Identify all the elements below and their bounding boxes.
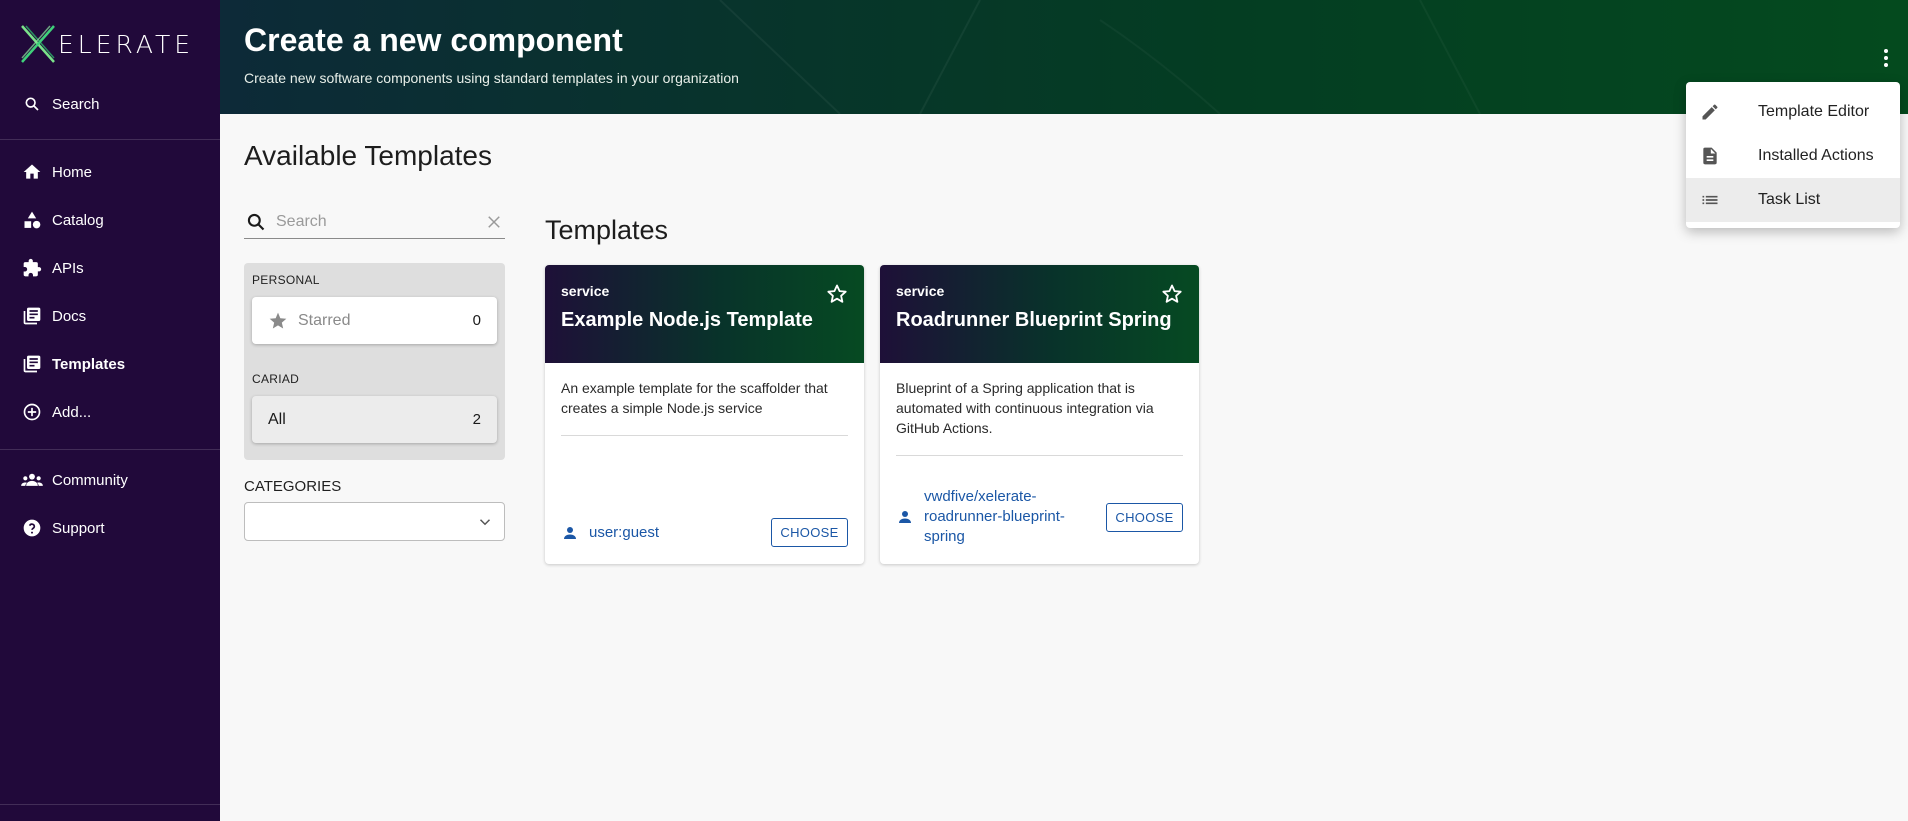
sidebar-divider <box>0 449 220 450</box>
categories-label: CATEGORIES <box>244 478 342 495</box>
list-icon <box>1702 195 1718 205</box>
template-owner-link[interactable]: user:guest <box>561 523 659 543</box>
sidebar-item-home[interactable]: Home <box>0 152 220 192</box>
template-owner-link[interactable]: vwdfive/xelerate-roadrunner-blueprint-sp… <box>896 487 1096 547</box>
puzzle-icon <box>21 257 43 279</box>
template-search <box>244 205 505 239</box>
template-card-header: service Roadrunner Blueprint Spring <box>880 265 1199 363</box>
template-description: An example template for the scaffolder t… <box>561 380 828 416</box>
sidebar-item-community[interactable]: Community <box>0 460 220 500</box>
pencil-icon <box>1702 104 1718 120</box>
catalog-icon <box>21 209 43 231</box>
sidebar-divider <box>0 139 220 140</box>
template-type: service <box>896 283 945 299</box>
personal-label: PERSONAL <box>252 273 320 287</box>
sidebar-item-add[interactable]: Add... <box>0 392 220 432</box>
sidebar-item-label: Add... <box>52 403 92 421</box>
menu-item-label: Task List <box>1758 191 1821 208</box>
user-icon <box>564 527 576 539</box>
sidebar-item-label: Support <box>52 519 105 537</box>
user-icon <box>899 511 911 523</box>
sidebar-item-support[interactable]: Support <box>0 508 220 548</box>
menu-item-template-editor[interactable]: Template Editor <box>1686 90 1900 134</box>
add-circle-icon <box>21 401 43 423</box>
all-filter[interactable]: All 2 <box>252 396 497 443</box>
sidebar-search-label: Search <box>52 95 100 113</box>
available-templates-title: Available Templates <box>244 140 493 171</box>
search-input[interactable] <box>276 212 466 231</box>
template-type: service <box>561 283 610 299</box>
sidebar: ELERATE Search Home Catalog APIs Docs Te… <box>0 0 220 821</box>
template-owner: vwdfive/xelerate-roadrunner-blueprint-sp… <box>924 488 1065 545</box>
xelerate-logo[interactable]: ELERATE <box>20 24 194 64</box>
all-filter-label: All <box>268 410 286 428</box>
star-outline-icon[interactable] <box>1160 282 1184 306</box>
star-outline-icon[interactable] <box>825 282 849 306</box>
template-owner: user:guest <box>589 524 660 541</box>
template-card-header: service Example Node.js Template <box>545 265 864 363</box>
clear-icon[interactable] <box>485 213 503 231</box>
search-icon <box>247 213 265 230</box>
logo-x-icon <box>21 25 55 63</box>
card-divider <box>561 435 848 436</box>
org-label: CARIAD <box>252 372 300 386</box>
sidebar-item-apis[interactable]: APIs <box>0 248 220 288</box>
sidebar-item-label: APIs <box>52 259 84 277</box>
choose-button[interactable]: CHOOSE <box>1106 503 1183 532</box>
sidebar-item-label: Community <box>52 471 128 489</box>
home-icon <box>21 161 43 183</box>
page-title: Create a new component <box>244 22 623 58</box>
sidebar-bottom-divider <box>0 804 220 805</box>
star-icon <box>269 312 287 328</box>
docs-icon <box>21 305 43 327</box>
page-subtitle: Create new software components using sta… <box>244 70 739 86</box>
sidebar-item-templates[interactable]: Templates <box>0 344 220 384</box>
community-icon <box>21 469 43 491</box>
starred-filter[interactable]: Starred 0 <box>252 297 497 344</box>
logo-text: ELERATE <box>58 29 195 59</box>
help-icon <box>21 517 43 539</box>
document-icon <box>1703 147 1717 165</box>
sidebar-search[interactable]: Search <box>0 84 220 124</box>
sidebar-item-label: Docs <box>52 307 87 325</box>
menu-item-label: Template Editor <box>1758 103 1870 120</box>
choose-button[interactable]: CHOOSE <box>771 518 848 547</box>
templates-title: Templates <box>545 215 669 245</box>
sidebar-item-label: Catalog <box>52 211 104 229</box>
menu-item-installed-actions[interactable]: Installed Actions <box>1686 134 1900 178</box>
context-menu: Template Editor Installed Actions Task L… <box>1686 82 1900 228</box>
menu-item-label: Installed Actions <box>1758 147 1874 164</box>
chevron-down-icon <box>479 519 491 526</box>
sidebar-item-label: Templates <box>52 355 126 373</box>
starred-filter-label: Starred <box>298 311 351 329</box>
categories-select[interactable] <box>244 502 505 541</box>
sidebar-item-label: Home <box>52 163 93 181</box>
starred-count: 0 <box>472 312 481 329</box>
page-header: Create a new component Create new softwa… <box>220 0 1908 114</box>
sidebar-item-docs[interactable]: Docs <box>0 296 220 336</box>
owner-filter-panel: PERSONAL Starred 0 CARIAD All 2 <box>244 263 505 460</box>
templates-icon <box>21 353 43 375</box>
all-count: 2 <box>472 411 481 428</box>
template-title: Roadrunner Blueprint Spring <box>896 309 1172 331</box>
search-icon <box>21 93 43 115</box>
template-description: Blueprint of a Spring application that i… <box>896 380 1154 436</box>
menu-item-task-list[interactable]: Task List <box>1686 178 1900 222</box>
card-divider <box>896 455 1183 456</box>
template-title: Example Node.js Template <box>561 309 813 331</box>
sidebar-item-catalog[interactable]: Catalog <box>0 200 220 240</box>
template-card: service Example Node.js Template An exam… <box>545 265 864 564</box>
more-options-icon[interactable] <box>1876 46 1896 70</box>
template-card: service Roadrunner Blueprint Spring Blue… <box>880 265 1199 564</box>
